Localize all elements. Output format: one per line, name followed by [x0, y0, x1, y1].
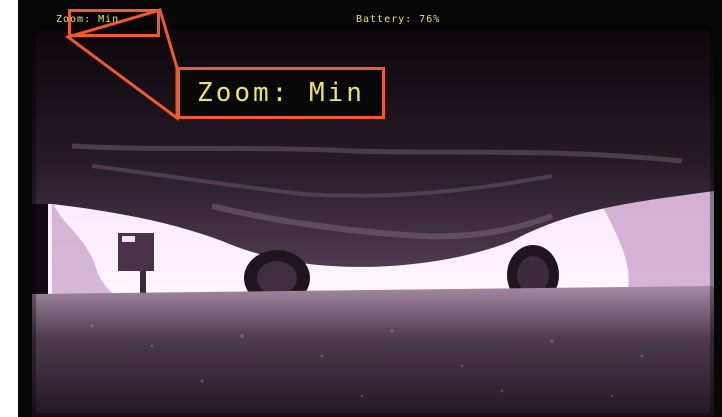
- battery-status-label: Battery: 76%: [356, 14, 441, 25]
- callout-lines: [64, 8, 179, 121]
- zoom-callout: Zoom: Min: [177, 67, 385, 119]
- zoom-level-label: Zoom: Min: [56, 14, 120, 25]
- zoom-callout-text: Zoom: Min: [197, 78, 365, 108]
